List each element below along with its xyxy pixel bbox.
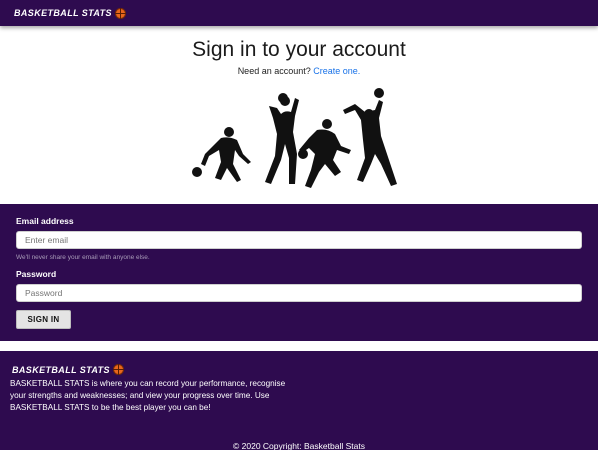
player-silhouette	[298, 119, 351, 188]
footer: BASKETBALL STATS BASKETBALL STATS is whe…	[0, 351, 598, 451]
email-help-text: We'll never share your email with anyone…	[16, 254, 150, 261]
email-input[interactable]	[16, 231, 582, 249]
signup-prompt: Need an account? Create one.	[0, 66, 598, 76]
footer-brand-name: BASKETBALL STATS	[12, 364, 110, 375]
email-label: Email address	[16, 216, 74, 226]
player-silhouette	[265, 93, 299, 184]
sign-in-form	[0, 204, 598, 341]
password-input[interactable]	[16, 284, 582, 302]
basketball-players-illustration	[192, 88, 397, 188]
footer-description: BASKETBALL STATS is where you can record…	[10, 379, 286, 412]
basketball-icon	[114, 7, 126, 19]
brand-name: BASKETBALL STATS	[14, 8, 112, 18]
brand-link[interactable]: BASKETBALL STATS	[14, 7, 126, 19]
basketball-icon	[112, 364, 124, 375]
player-silhouette	[343, 88, 397, 186]
footer-brand: BASKETBALL STATS	[12, 364, 124, 375]
need-account-text: Need an account?	[237, 66, 311, 76]
navbar: BASKETBALL STATS	[0, 0, 598, 26]
password-label: Password	[16, 269, 57, 279]
player-silhouette	[192, 127, 251, 182]
sign-in-button[interactable]: SIGN IN	[16, 310, 71, 329]
create-account-link[interactable]: Create one.	[313, 66, 360, 76]
page-title: Sign in to your account	[192, 38, 406, 61]
